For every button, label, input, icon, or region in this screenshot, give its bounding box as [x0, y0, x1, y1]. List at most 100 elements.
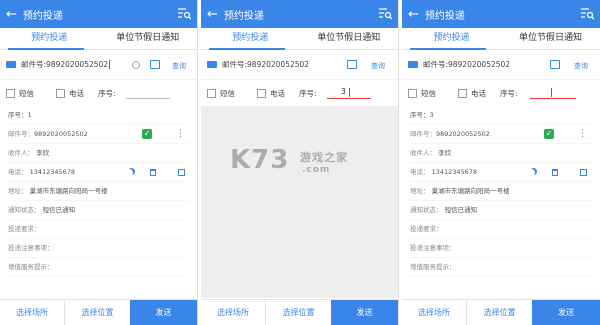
bottom-bar: 选择场所 选择位置 发送 [402, 299, 600, 325]
select-position-button[interactable]: 选择位置 [64, 300, 130, 325]
app-title: 预约投递 [22, 10, 63, 22]
seq-label: 序号: [299, 88, 317, 98]
service-label: 增值服务提示： [8, 263, 54, 271]
notes-row: 投递注意事项： [8, 239, 189, 258]
mail-input[interactable]: 9892020052502 [46, 60, 108, 69]
phone-label: 电话： [410, 168, 430, 176]
query-button[interactable]: 查询 [574, 61, 588, 71]
search-list-icon[interactable] [177, 7, 191, 20]
app-bar: ← 预约投递 [0, 0, 197, 28]
tab-holiday[interactable]: 单位节假日通知 [300, 28, 399, 49]
select-position-button[interactable]: 选择位置 [466, 300, 532, 325]
tab-booking[interactable]: 预约投递 [402, 28, 501, 49]
select-place-button[interactable]: 选择场所 [0, 300, 64, 325]
phone-label: 电话 [270, 88, 285, 98]
service-label: 增值服务提示： [410, 263, 456, 271]
tab-holiday[interactable]: 单位节假日通知 [99, 28, 198, 49]
sms-checkbox[interactable] [408, 88, 417, 98]
text-cursor [109, 60, 111, 69]
scan-icon[interactable] [550, 60, 560, 69]
more-icon[interactable]: ⋮ [176, 125, 185, 144]
sms-label: 短信 [220, 88, 235, 98]
app-bar: ← 预约投递 [402, 0, 600, 28]
tab-holiday[interactable]: 单位节假日通知 [501, 28, 600, 49]
phone-checkbox[interactable] [257, 88, 266, 98]
query-button[interactable]: 查询 [371, 61, 385, 71]
search-list-icon[interactable] [580, 7, 594, 20]
mail-input[interactable]: 9892020052502 [448, 60, 510, 69]
mail-label: 邮件号: [423, 60, 449, 69]
phone-label: 电话 [471, 88, 486, 98]
phone-checkbox[interactable] [56, 88, 65, 98]
notify-value: 短信已通知 [42, 206, 76, 214]
sms-label: 短信 [19, 88, 34, 98]
select-place-button[interactable]: 选择场所 [402, 300, 466, 325]
mail-row: 邮件号：9892020052502 ✓ ⋮ [410, 125, 592, 144]
delete-icon[interactable] [150, 169, 156, 176]
notify-row: 通知状态： 短信已通知 [410, 201, 592, 220]
address-value: 巢湖市东塘路向阳局一号楼 [29, 187, 108, 195]
tab-booking[interactable]: 预约投递 [201, 28, 300, 49]
notes-label: 投递注意事项： [410, 244, 456, 252]
call-icon[interactable] [126, 169, 133, 176]
seq-underline [327, 98, 371, 99]
more-icon[interactable]: ⋮ [578, 125, 587, 144]
bottom-bar: 选择场所 选择位置 发送 [0, 299, 197, 325]
mail-number-row: 邮件号: 9892020052502 查询 [201, 50, 398, 80]
send-button[interactable]: 发送 [130, 300, 197, 325]
phone-number: 13412345678 [431, 168, 478, 176]
service-row: 增值服务提示： [410, 258, 592, 277]
mail-number-row: 邮件号: 9892020052502 查询 [0, 50, 197, 80]
scan-icon[interactable] [150, 60, 160, 69]
clear-icon[interactable] [132, 61, 140, 69]
screen-3: ← 预约投递 预约投递 单位节假日通知 邮件号: 9892020052502 查… [402, 0, 600, 325]
seq-input[interactable] [530, 98, 576, 99]
sms-checkbox[interactable] [207, 88, 216, 98]
notify-label: 通知状态： [8, 206, 41, 214]
sms-checkbox[interactable] [6, 88, 15, 98]
seq-input[interactable] [126, 98, 170, 99]
call-icon[interactable] [528, 169, 535, 176]
app-title: 预约投递 [424, 10, 465, 22]
options-row: 短信 电话 序号: [0, 80, 197, 106]
edit-icon[interactable] [580, 169, 587, 176]
checkmark-icon[interactable]: ✓ [142, 129, 152, 139]
watermark-domain: .com [302, 165, 331, 175]
tab-bar: 预约投递 单位节假日通知 [0, 28, 197, 50]
back-arrow-icon[interactable]: ← [6, 7, 17, 22]
select-place-button[interactable]: 选择场所 [201, 300, 265, 325]
screen-1: ← 预约投递 预约投递 单位节假日通知 邮件号: 9892020052502 查… [0, 0, 198, 325]
send-button[interactable]: 发送 [331, 300, 398, 325]
watermark-logo: K73 游戏之家 .com [230, 145, 370, 185]
back-arrow-icon[interactable]: ← [207, 7, 218, 22]
phone-checkbox[interactable] [458, 88, 467, 98]
mail-label: 邮件号: [222, 60, 248, 69]
detail-list: 序号：1 邮件号：9892020052502 ✓ ⋮ 收件人： 李欣 电话： 134… [0, 106, 197, 277]
mail-number-row: 邮件号: 9892020052502 查询 [402, 50, 600, 80]
mail-label: 邮件号: [21, 60, 47, 69]
mail-row-label: 邮件号： [410, 130, 436, 138]
empty-list-area [201, 106, 398, 298]
mail-input[interactable]: 9892020052502 [247, 60, 309, 69]
query-button[interactable]: 查询 [172, 61, 186, 71]
seq-label: 序号: [98, 88, 116, 98]
service-row: 增值服务提示： [8, 258, 189, 277]
phone-number: 13412345678 [29, 168, 76, 176]
notes-label: 投递注意事项： [8, 244, 54, 252]
edit-icon[interactable] [178, 169, 185, 176]
send-button[interactable]: 发送 [532, 300, 600, 325]
checkmark-icon[interactable]: ✓ [544, 129, 554, 139]
detail-list: 序号：3 邮件号：9892020052502 ✓ ⋮ 收件人： 李欣 电话： 134… [402, 106, 600, 277]
options-row: 短信 电话 序号: [402, 80, 600, 106]
tab-booking[interactable]: 预约投递 [0, 28, 99, 49]
select-position-button[interactable]: 选择位置 [265, 300, 331, 325]
options-row: 短信 电话 序号: 3 [201, 80, 398, 106]
delete-icon[interactable] [552, 169, 558, 176]
seq-input[interactable]: 3 [341, 87, 346, 96]
scan-icon[interactable] [347, 60, 357, 69]
receiver-name: 李欣 [438, 149, 452, 157]
requirement-row: 投递要求： [410, 220, 592, 239]
receiver-label: 收件人： [410, 149, 436, 157]
search-list-icon[interactable] [378, 7, 392, 20]
back-arrow-icon[interactable]: ← [408, 7, 419, 22]
